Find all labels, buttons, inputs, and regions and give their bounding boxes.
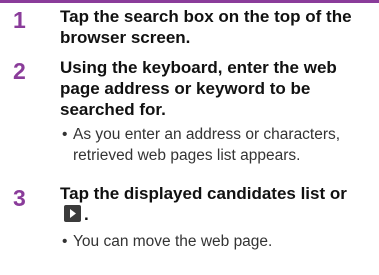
bullet-dot: • bbox=[62, 126, 68, 143]
step-title: Tap the search box on the top of the bro… bbox=[60, 7, 352, 47]
step-number: 2 bbox=[13, 58, 26, 84]
step-title: Using the keyboard, enter the web page a… bbox=[60, 58, 337, 119]
step-title-text: Tap the displayed candidates list or bbox=[60, 184, 347, 203]
top-divider bbox=[0, 0, 379, 3]
bullet-dot: • bbox=[62, 233, 68, 250]
instruction-page: 1 Tap the search box on the top of the b… bbox=[0, 0, 379, 275]
step-note-text: You can move the web page. bbox=[73, 233, 273, 250]
step-number: 1 bbox=[13, 7, 26, 33]
step-title: Tap the displayed candidates list or. bbox=[60, 183, 370, 225]
step-note: • As you enter an address or characters,… bbox=[60, 124, 374, 166]
step-note-text: As you enter an address or characters, r… bbox=[73, 126, 341, 164]
step-title-end: . bbox=[84, 205, 89, 224]
step-number: 3 bbox=[13, 185, 26, 211]
step-note: • You can move the web page. bbox=[60, 231, 374, 252]
forward-arrow-icon bbox=[64, 205, 81, 222]
